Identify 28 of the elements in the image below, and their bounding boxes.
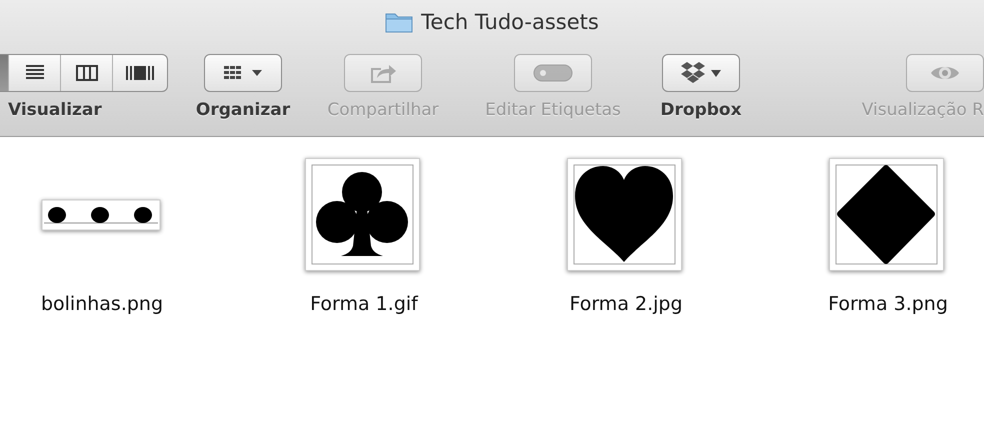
eye-icon (930, 64, 960, 82)
share-icon (369, 62, 397, 84)
dropbox-icon (681, 62, 705, 84)
dots-thumbnail[interactable] (41, 199, 163, 233)
toolbar-label: Compartilhar (327, 100, 439, 120)
view-switcher[interactable] (0, 54, 168, 92)
toolbar-label: Visualizar (7, 100, 102, 120)
caret-icon (711, 70, 721, 76)
diamond-thumbnail[interactable] (829, 158, 947, 274)
club-thumbnail[interactable] (305, 158, 423, 274)
toolbar-label: Organizar (196, 100, 290, 120)
file-name: Forma 1.gif (310, 293, 418, 315)
cover-flow-icon (124, 65, 154, 81)
folder-icon (385, 11, 414, 33)
dropbox-button[interactable] (662, 54, 740, 92)
toolbar-label: Visualização R (862, 100, 984, 120)
heart-thumbnail[interactable] (567, 158, 685, 274)
column-view-icon (76, 65, 98, 81)
file-name: Forma 3.png (828, 293, 948, 315)
arrange-button[interactable] (204, 54, 282, 92)
toolbar-label: Editar Etiquetas (485, 100, 621, 120)
window-title: Tech Tudo-assets (421, 10, 599, 34)
toolbar-label: Dropbox (660, 100, 742, 120)
file-name: bolinhas.png (40, 293, 164, 315)
list-view-icon (24, 64, 44, 82)
caret-icon (251, 69, 263, 77)
file-name: Forma 2.jpg (569, 293, 683, 315)
tag-icon (533, 63, 573, 83)
